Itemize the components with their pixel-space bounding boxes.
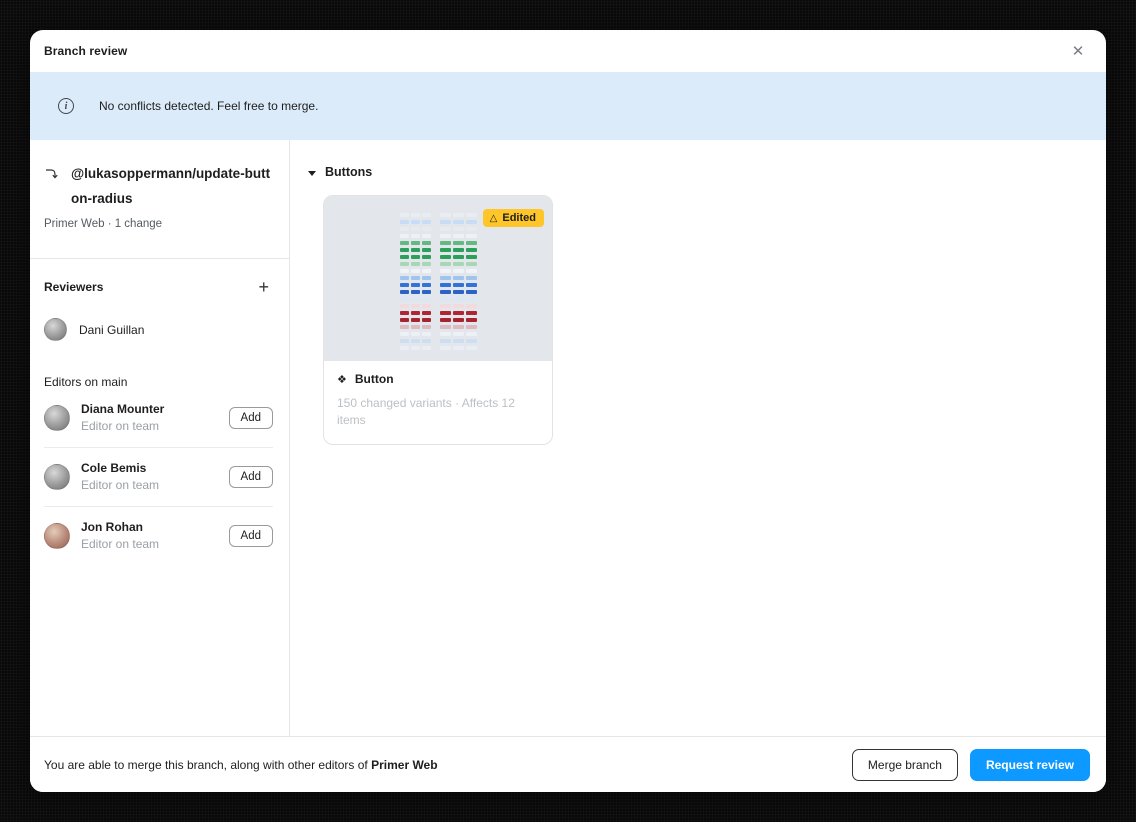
info-icon: i — [58, 98, 74, 114]
reviewers-header: Reviewers + — [44, 276, 273, 298]
component-card-button[interactable]: △ Edited ❖ Button 150 changed variants ·… — [323, 195, 553, 445]
add-editor-button[interactable]: Add — [229, 466, 273, 488]
editor-row: Cole Bemis Editor on team Add — [44, 448, 273, 506]
component-thumbnail: △ Edited — [324, 196, 552, 361]
project-name: Primer Web — [371, 758, 437, 772]
branch-row: @lukasoppermann/update-button-radius — [44, 161, 273, 211]
branch-name: @lukasoppermann/update-button-radius — [71, 161, 273, 211]
avatar — [44, 464, 70, 490]
add-reviewer-icon[interactable]: + — [254, 276, 273, 298]
merge-branch-button[interactable]: Merge branch — [852, 749, 958, 781]
editor-role: Editor on team — [81, 419, 164, 433]
editor-role: Editor on team — [81, 478, 159, 492]
close-icon[interactable]: ✕ — [1066, 39, 1090, 63]
avatar — [44, 318, 67, 341]
editor-row: Jon Rohan Editor on team Add — [44, 507, 273, 565]
merge-permission-message: You are able to merge this branch, along… — [44, 758, 438, 772]
avatar — [44, 405, 70, 431]
component-change-summary: 150 changed variants · Affects 12 items — [337, 395, 522, 429]
editor-row: Diana Mounter Editor on team Add — [44, 389, 273, 447]
sidebar: @lukasoppermann/update-button-radius Pri… — [30, 140, 290, 736]
component-icon: ❖ — [337, 373, 347, 386]
editor-name: Diana Mounter — [81, 402, 164, 416]
merge-message-text: You are able to merge this branch, along… — [44, 758, 371, 772]
warning-triangle-icon: △ — [490, 213, 498, 224]
banner-text: No conflicts detected. Feel free to merg… — [99, 99, 318, 113]
section-header-buttons[interactable]: Buttons — [308, 165, 1106, 179]
dialog-titlebar: Branch review ✕ — [30, 30, 1106, 72]
reviewers-label: Reviewers — [44, 280, 103, 294]
avatar — [44, 523, 70, 549]
dialog-footer: You are able to merge this branch, along… — [30, 736, 1106, 792]
reviewer-item: Dani Guillan — [44, 318, 273, 341]
edited-badge: △ Edited — [483, 209, 544, 227]
branch-icon — [44, 166, 62, 211]
edited-badge-label: Edited — [502, 212, 536, 224]
no-conflicts-banner: i No conflicts detected. Feel free to me… — [30, 72, 1106, 140]
section-label: Buttons — [325, 165, 372, 179]
dialog-body: @lukasoppermann/update-button-radius Pri… — [30, 140, 1106, 736]
component-name: Button — [355, 372, 394, 386]
editors-on-main-label: Editors on main — [44, 375, 273, 389]
editor-name: Jon Rohan — [81, 520, 159, 534]
add-editor-button[interactable]: Add — [229, 525, 273, 547]
chevron-down-icon — [308, 171, 316, 176]
main-panel: Buttons △ Edited ❖ Button 150 changed va… — [290, 140, 1106, 736]
request-review-button[interactable]: Request review — [970, 749, 1090, 781]
dialog-title: Branch review — [44, 44, 127, 58]
branch-review-dialog: Branch review ✕ i No conflicts detected.… — [30, 30, 1106, 792]
editor-name: Cole Bemis — [81, 461, 159, 475]
add-editor-button[interactable]: Add — [229, 407, 273, 429]
card-body: ❖ Button 150 changed variants · Affects … — [324, 361, 552, 444]
editor-role: Editor on team — [81, 537, 159, 551]
reviewer-name: Dani Guillan — [79, 323, 144, 337]
thumbnail-grid — [400, 213, 477, 350]
branch-meta: Primer Web · 1 change — [44, 218, 273, 230]
